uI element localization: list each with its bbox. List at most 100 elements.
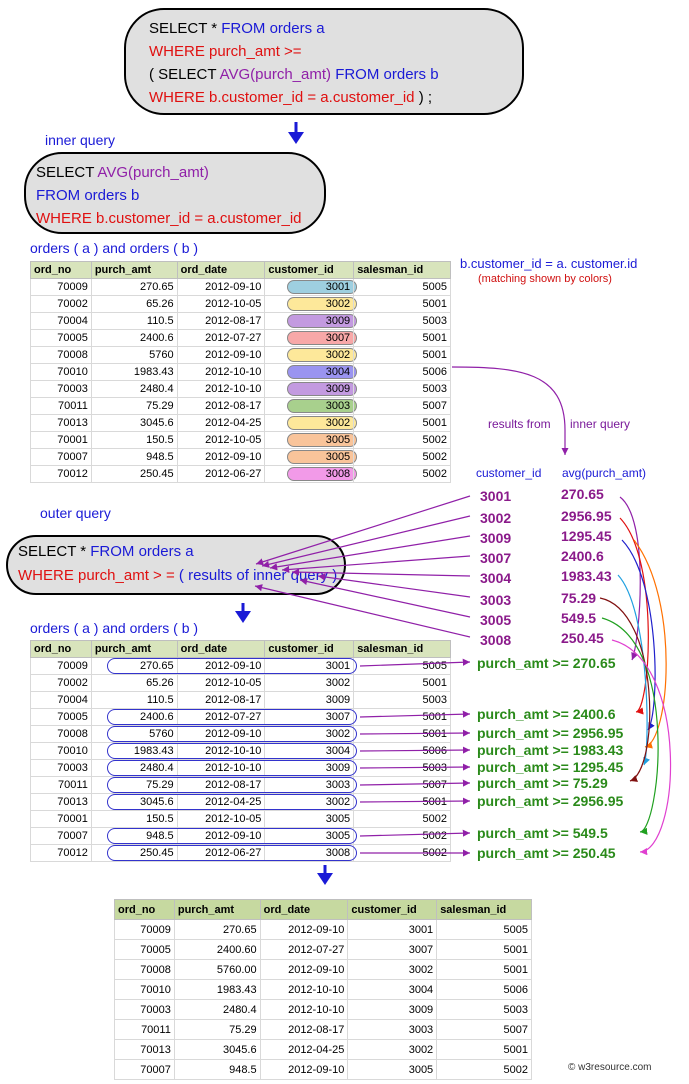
column-header: purch_amt (90, 261, 178, 279)
avg-customer-id: 3002 (480, 510, 512, 526)
table-cell: 75.29 (90, 397, 178, 415)
table-cell: 2400.60 (173, 939, 261, 960)
table-row: 70003 2480.4 2012-10-10 3009 5003 (114, 999, 532, 1020)
table-cell: 70010 (30, 363, 92, 381)
table-cell: 1983.43 (173, 979, 261, 1000)
column-header: ord_date (176, 261, 266, 279)
table-row: 70011 75.29 2012-08-17 3003 5007 (30, 397, 451, 415)
table-cell: 2012-10-10 (259, 979, 349, 1000)
table-cell: 70007 (114, 1059, 175, 1080)
table-cell: 70005 (30, 708, 92, 726)
table-cell: 70003 (30, 759, 92, 777)
table-cell: 70009 (114, 919, 175, 940)
table-cell: 3003 (264, 397, 355, 415)
column-header: ord_no (114, 899, 175, 920)
down-arrow-icon (235, 603, 251, 623)
table-cell: 2012-04-25 (176, 414, 266, 432)
match-title: b.customer_id = a. customer.id (460, 256, 638, 271)
table-cell: 70007 (30, 827, 92, 845)
table-row: 70012 250.45 2012-06-27 3008 5002 (30, 465, 451, 483)
condition-label: purch_amt >= 1983.43 (477, 742, 624, 758)
table-cell: 5001 (436, 1039, 532, 1060)
table-cell: 70010 (30, 742, 92, 760)
avg-customer-id: 3004 (480, 570, 512, 586)
table-cell: 3009 (264, 691, 355, 709)
avg-value: 2400.6 (561, 548, 604, 564)
table-cell: 70003 (30, 380, 92, 398)
table-cell: 70008 (114, 959, 175, 980)
table-cell: 2012-06-27 (176, 465, 266, 483)
table-row: 70005 2400.6 2012-07-27 3007 5001 (30, 329, 451, 347)
table-row: 70002 65.26 2012-10-05 3002 5001 (30, 295, 451, 313)
column-header: customer_id (347, 899, 438, 920)
table-cell: 75.29 (173, 1019, 261, 1040)
matching-row-oval (107, 777, 357, 793)
table-row: 70008 5760 2012-09-10 3002 5001 (30, 346, 451, 364)
avg-value: 549.5 (561, 610, 597, 626)
table-cell: 150.5 (90, 810, 178, 828)
inner-query-line-1: SELECT AVG(purch_amt) (36, 164, 209, 181)
table-row: 70005 2400.60 2012-07-27 3007 5001 (114, 939, 532, 960)
table-cell: 5005 (353, 657, 451, 675)
table-cell: 5006 (353, 363, 451, 381)
table-cell: 2012-08-17 (259, 1019, 349, 1040)
table-cell: 2012-09-10 (176, 346, 266, 364)
inner-query-line-3: WHERE b.customer_id = a.customer_id (36, 210, 302, 227)
table-cell: 2012-04-25 (259, 1039, 349, 1060)
condition-label: purch_amt >= 75.29 (477, 775, 608, 791)
table-row: 70001 150.5 2012-10-05 3005 5002 (30, 431, 451, 449)
table-cell: 2012-09-10 (176, 448, 266, 466)
table-cell: 3005 (347, 1059, 438, 1080)
inner-query-label: inner query (45, 132, 116, 148)
table-cell: 3009 (347, 999, 438, 1020)
avg-customer-id: 3008 (480, 632, 512, 648)
avg-to-condition-arrow (633, 539, 667, 749)
table-cell: 3004 (347, 979, 438, 1000)
column-header: customer_id (264, 640, 355, 658)
table-cell: 5002 (353, 448, 451, 466)
table-cell: 2480.4 (173, 999, 261, 1020)
full-query-line-1: SELECT * FROM orders a (149, 20, 325, 37)
column-header: purch_amt (173, 899, 261, 920)
column-header: ord_date (176, 640, 266, 658)
results-label-b: inner query (570, 417, 631, 431)
table-cell: 5005 (353, 278, 451, 296)
matching-row-oval (107, 828, 357, 844)
inner-query-line-2: FROM orders b (36, 187, 140, 204)
table-cell: 5760 (90, 346, 178, 364)
watermark: © w3resource.com (568, 1062, 652, 1073)
table-row: 70009 270.65 2012-09-10 3001 5005 (114, 919, 532, 940)
table-cell: 5006 (353, 742, 451, 760)
table-cell: 70011 (30, 776, 92, 794)
table-row: 70013 3045.6 2012-04-25 3002 5001 (114, 1039, 532, 1060)
outer-query-line-1: SELECT * FROM orders a (18, 543, 194, 560)
full-query-line-4: WHERE b.customer_id = a.customer_id ) ; (149, 89, 433, 106)
table-cell: 5006 (436, 979, 532, 1000)
table-row: 70007 948.5 2012-09-10 3005 5002 (30, 448, 451, 466)
table-cell: 70011 (114, 1019, 175, 1040)
condition-label: purch_amt >= 2956.95 (477, 725, 624, 741)
table-cell: 5002 (353, 844, 451, 862)
table-cell: 2012-10-10 (259, 999, 349, 1020)
condition-label: purch_amt >= 250.45 (477, 845, 616, 861)
table-cell: 3009 (264, 312, 355, 330)
table-cell: 70011 (30, 397, 92, 415)
table-cell: 2012-10-05 (176, 431, 266, 449)
table1-title: orders ( a ) and orders ( b ) (30, 240, 199, 256)
table-cell: 70002 (30, 674, 92, 692)
table-cell: 3008 (264, 465, 355, 483)
table-cell: 5001 (353, 674, 451, 692)
avg-value: 1983.43 (561, 568, 612, 584)
table-cell: 3002 (264, 346, 355, 364)
full-query-line-3: ( SELECT AVG(purch_amt) FROM orders b (149, 66, 439, 83)
table-cell: 3002 (264, 674, 355, 692)
table-cell: 70013 (114, 1039, 175, 1060)
table-cell: 3005 (264, 431, 355, 449)
table-cell: 5003 (353, 759, 451, 777)
table-cell: 5003 (353, 312, 451, 330)
table-cell: 70005 (114, 939, 175, 960)
column-header: ord_no (30, 261, 92, 279)
table-row: 70002 65.26 2012-10-05 3002 5001 (30, 674, 451, 692)
table-cell: 5001 (353, 793, 451, 811)
table-cell: 70008 (30, 346, 92, 364)
